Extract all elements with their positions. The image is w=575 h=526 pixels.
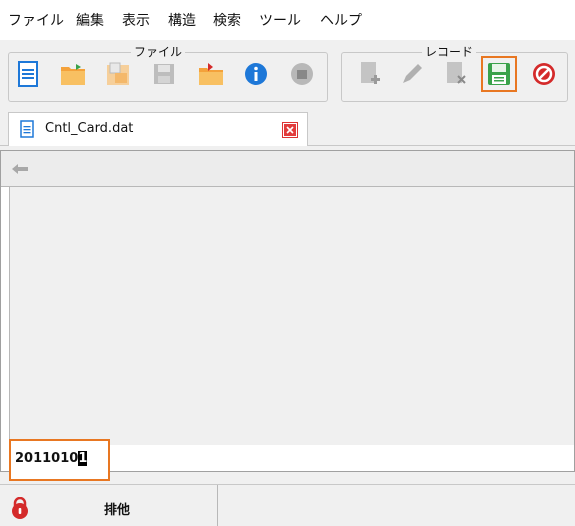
add-record-button[interactable] [355, 60, 383, 88]
lock-icon [10, 496, 30, 523]
document-icon [19, 120, 35, 142]
save-record-icon [488, 63, 510, 85]
text-cursor: 1 [78, 451, 88, 466]
menu-structure[interactable]: 構造 [168, 10, 196, 30]
tab-bar: Cntl_Card.dat [0, 106, 575, 146]
back-button[interactable] [9, 159, 31, 179]
save-file-button[interactable] [150, 60, 178, 88]
stop-disabled-icon [291, 63, 313, 85]
record-group-label: レコード [422, 44, 477, 60]
new-document-icon [18, 61, 38, 87]
cancel-icon [533, 63, 555, 85]
record-panel [9, 187, 574, 445]
navigation-bar [1, 151, 574, 187]
record-key-input[interactable]: 20110101 [9, 439, 110, 481]
menu-search[interactable]: 検索 [213, 10, 241, 30]
delete-record-button[interactable] [441, 60, 469, 88]
folder-properties-icon [107, 62, 129, 85]
pencil-disabled-icon [403, 64, 422, 83]
record-key-value: 20110101 [15, 451, 88, 466]
folder-export-icon [199, 63, 223, 85]
menu-tools[interactable]: ツール [259, 10, 301, 30]
close-tab-icon[interactable] [282, 122, 298, 138]
menu-view[interactable]: 表示 [122, 10, 150, 30]
info-icon [245, 63, 267, 85]
add-record-disabled-icon [361, 62, 380, 84]
status-bar: 排他 [0, 484, 575, 526]
arrow-left-icon [12, 164, 28, 174]
tab-label: Cntl_Card.dat [45, 121, 134, 136]
export-button[interactable] [197, 60, 225, 88]
info-button[interactable] [242, 60, 270, 88]
status-text: 排他 [104, 503, 131, 518]
open-file-button[interactable] [59, 60, 87, 88]
edit-record-button[interactable] [398, 60, 426, 88]
menu-edit[interactable]: 編集 [76, 10, 104, 30]
menu-bar: ファイル 編集 表示 構造 検索 ツール ヘルプ [0, 0, 575, 40]
cancel-record-button[interactable] [530, 60, 558, 88]
toolbar: ファイル レコード [0, 40, 575, 106]
tab-cntl-card[interactable]: Cntl_Card.dat [8, 112, 308, 146]
editor-content: 20110101 [0, 150, 575, 481]
delete-record-disabled-icon [447, 62, 466, 84]
folder-open-icon [61, 64, 85, 85]
properties-button[interactable] [104, 60, 132, 88]
file-group-label: ファイル [131, 44, 186, 60]
status-divider [217, 485, 218, 526]
save-record-button[interactable] [481, 56, 517, 92]
save-disabled-icon [154, 64, 174, 84]
menu-file[interactable]: ファイル [8, 10, 64, 30]
menu-help[interactable]: ヘルプ [320, 10, 362, 30]
stop-button[interactable] [288, 60, 316, 88]
new-file-button[interactable] [14, 60, 42, 88]
